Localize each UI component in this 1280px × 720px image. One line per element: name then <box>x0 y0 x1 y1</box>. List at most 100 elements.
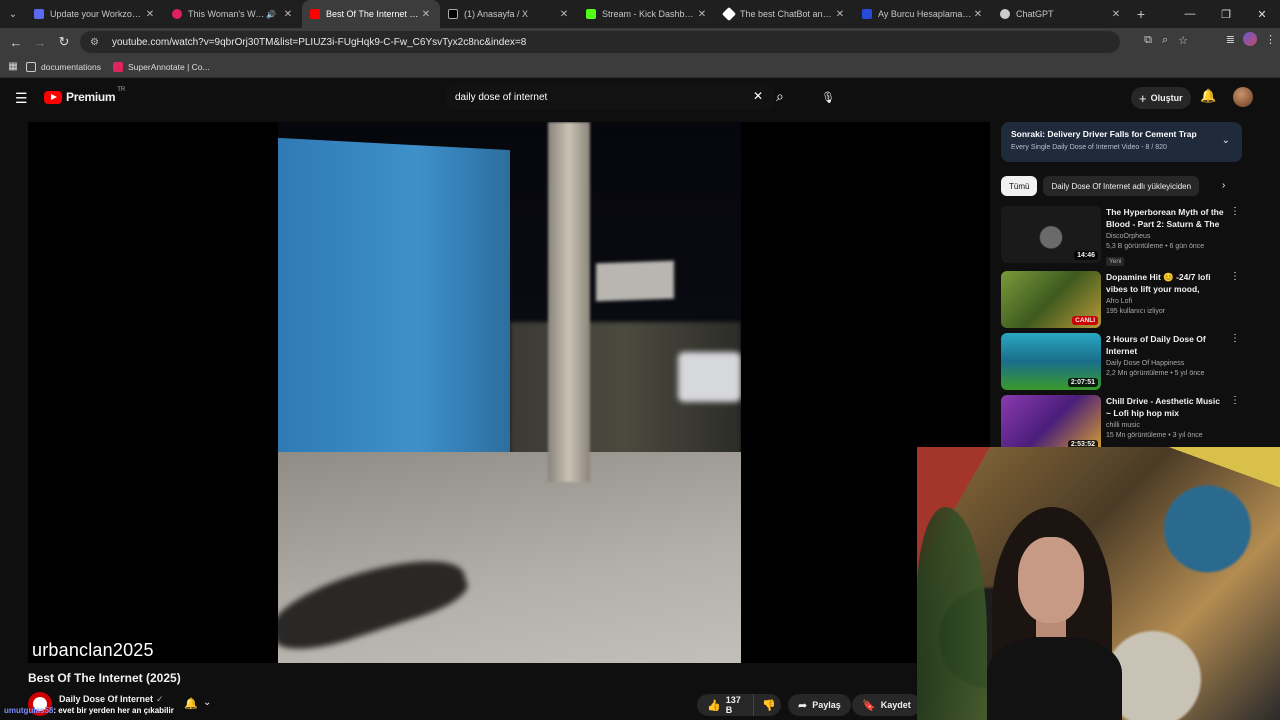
search-query-text: daily dose of internet <box>455 91 548 103</box>
close-tab-icon[interactable]: ✕ <box>696 9 708 20</box>
plus-icon: + <box>1139 90 1147 106</box>
video-thumbnail[interactable]: 2:53:52 <box>1001 395 1101 452</box>
video-overlay-text: urbanclan2025 <box>32 640 154 660</box>
recommendation-item[interactable]: CANLI Dopamine Hit 😊 -24/7 lofi vibes to… <box>1001 271 1242 328</box>
minimize-icon[interactable]: — <box>1172 8 1208 20</box>
streamer-face <box>1018 537 1084 623</box>
browser-tab-active[interactable]: Best Of The Internet (202 ✕ <box>302 0 440 28</box>
close-tab-icon[interactable]: ✕ <box>558 9 570 20</box>
youtube-logo[interactable]: Premium TR <box>44 87 125 104</box>
video-thumbnail[interactable]: 2:07:51 <box>1001 333 1101 390</box>
close-tab-icon[interactable]: ✕ <box>834 9 846 20</box>
recommendation-title: 2 Hours of Daily Dose Of Internet <box>1106 334 1206 356</box>
clear-search-icon[interactable]: ✕ <box>753 89 763 103</box>
account-avatar[interactable] <box>1233 87 1253 107</box>
recommendation-stats: 195 kullanıcı izliyor <box>1106 308 1166 315</box>
video-scene-sign <box>596 260 674 302</box>
more-options-icon[interactable]: ⋮ <box>1230 333 1240 344</box>
video-thumbnail[interactable]: CANLI <box>1001 271 1101 328</box>
create-button[interactable]: + Oluştur <box>1131 87 1191 109</box>
close-window-icon[interactable]: ✕ <box>1244 8 1280 21</box>
close-tab-icon[interactable]: ✕ <box>972 9 984 20</box>
like-button[interactable]: 👍 137 B <box>697 694 753 716</box>
save-button[interactable]: 🔖 Kaydet <box>852 694 921 716</box>
maximize-icon[interactable]: ❐ <box>1208 8 1244 21</box>
chevron-down-icon[interactable]: ⌄ <box>203 697 211 708</box>
chevron-right-icon[interactable]: › <box>1222 180 1225 191</box>
bookmark-label: SuperAnnotate | Co... <box>128 61 210 72</box>
webcam-overlay <box>917 447 1280 720</box>
address-bar-actions: ⧉ ⌕ ☆ <box>1144 34 1188 47</box>
browser-tab[interactable]: Stream - Kick Dashboard ✕ <box>578 0 716 28</box>
folder-icon <box>26 61 36 72</box>
close-tab-icon[interactable]: ✕ <box>144 9 156 20</box>
more-options-icon[interactable]: ⋮ <box>1230 206 1240 217</box>
video-thumbnail[interactable]: 14:46 <box>1001 206 1101 263</box>
chip-all[interactable]: Tümü <box>1001 176 1038 196</box>
close-tab-icon[interactable]: ✕ <box>282 9 294 20</box>
recommendation-item[interactable]: 2:53:52 Chill Drive - Aesthetic Music ~ … <box>1001 395 1242 452</box>
forward-icon[interactable]: → <box>28 35 52 50</box>
video-scene-pole <box>548 122 590 482</box>
search-input[interactable]: daily dose of internet ✕ <box>445 84 775 110</box>
browser-tab[interactable]: Update your Workzone p ✕ <box>26 0 164 28</box>
recommendation-channel: Daily Dose Of Happiness <box>1106 360 1185 367</box>
back-icon[interactable]: ← <box>4 35 28 50</box>
recommendation-stats: 5,3 B görüntüleme • 6 gün önce <box>1106 243 1205 250</box>
video-frame <box>278 122 741 663</box>
chevron-down-icon[interactable]: ⌄ <box>1222 135 1230 146</box>
close-tab-icon[interactable]: ✕ <box>1110 9 1122 20</box>
browser-toolbar: ← → ↻ ⚙ youtube.com/watch?v=9qbrOrj30TM&… <box>0 28 1280 56</box>
new-tab-icon[interactable]: + <box>1130 6 1152 22</box>
duration-badge: 2:07:51 <box>1067 378 1098 387</box>
subscription-bell-icon[interactable]: 🔔 <box>184 697 198 710</box>
site-info-icon[interactable]: ⚙ <box>90 37 104 48</box>
more-options-icon[interactable]: ⋮ <box>1230 271 1240 282</box>
channel-name-text: Daily Dose Of Internet <box>59 694 154 704</box>
search-icon[interactable]: ⌕ <box>776 88 784 105</box>
microphone-icon[interactable]: 🎙 <box>818 88 838 108</box>
browser-tab[interactable]: This Woman's Work - 🔊 ✕ <box>164 0 302 28</box>
hamburger-menu-icon[interactable]: ☰ <box>15 90 28 107</box>
kick-favicon-icon <box>586 9 596 19</box>
cast-icon[interactable]: ⧉ <box>1144 34 1152 47</box>
tab-title: Update your Workzone p <box>50 9 144 19</box>
apps-grid-icon[interactable]: ▦ <box>0 61 26 72</box>
address-bar[interactable]: ⚙ youtube.com/watch?v=9qbrOrj30TM&list=P… <box>80 31 1120 53</box>
share-button[interactable]: ➦ Paylaş <box>788 694 851 716</box>
browser-tab[interactable]: (1) Anasayfa / X ✕ <box>440 0 578 28</box>
thumbs-up-icon: 👍 <box>707 699 721 712</box>
close-tab-icon[interactable]: ✕ <box>420 9 432 20</box>
tab-search-icon[interactable]: ⌄ <box>0 0 26 28</box>
channel-name[interactable]: Daily Dose Of Internet ✓ <box>59 694 164 705</box>
menu-dots-icon[interactable]: ⋮ <box>1265 33 1276 46</box>
bookmark-superannotate[interactable]: SuperAnnotate | Co... <box>113 61 210 72</box>
reload-icon[interactable]: ↻ <box>52 34 76 50</box>
recommendation-item[interactable]: 14:46 The Hyperborean Myth of the Blood … <box>1001 206 1242 266</box>
video-scene-car <box>678 352 741 402</box>
window-controls: — ❐ ✕ <box>1172 0 1280 28</box>
browser-tab[interactable]: Ay Burcu Hesaplama - Hi ✕ <box>854 0 992 28</box>
hurriyet-favicon-icon <box>862 9 872 19</box>
bookmark-star-icon[interactable]: ☆ <box>1178 34 1188 47</box>
recommendation-channel: chilli music <box>1106 422 1140 429</box>
bookmark-documentations[interactable]: documentations <box>26 61 102 72</box>
media-controls-icon[interactable]: ≣ <box>1226 33 1235 46</box>
chip-from-uploader[interactable]: Daily Dose Of Internet adlı yükleyiciden <box>1043 176 1200 196</box>
streamer-body <box>987 637 1122 720</box>
browser-tab[interactable]: ChatGPT ✕ <box>992 0 1130 28</box>
speaker-icon[interactable]: 🔊 <box>266 10 276 19</box>
browser-tab[interactable]: The best ChatBot and Wr ✕ <box>716 0 854 28</box>
video-player[interactable]: urbanclan2025 <box>28 122 990 663</box>
recommendation-item[interactable]: 2:07:51 2 Hours of Daily Dose Of Interne… <box>1001 333 1242 390</box>
profile-icon[interactable] <box>1243 32 1257 46</box>
dislike-button[interactable]: 👎 <box>753 694 781 716</box>
notifications-bell-icon[interactable]: 🔔 <box>1200 88 1216 104</box>
more-options-icon[interactable]: ⋮ <box>1230 395 1240 406</box>
bookmark-label: documentations <box>41 61 102 72</box>
playlist-up-next[interactable]: Sonraki: Delivery Driver Falls for Cemen… <box>1001 122 1242 162</box>
chat-message: : evet bir yerden her an çıkabilir <box>53 706 174 715</box>
zoom-icon[interactable]: ⌕ <box>1162 34 1168 47</box>
create-label: Oluştur <box>1150 93 1183 103</box>
like-count: 137 B <box>725 695 741 715</box>
